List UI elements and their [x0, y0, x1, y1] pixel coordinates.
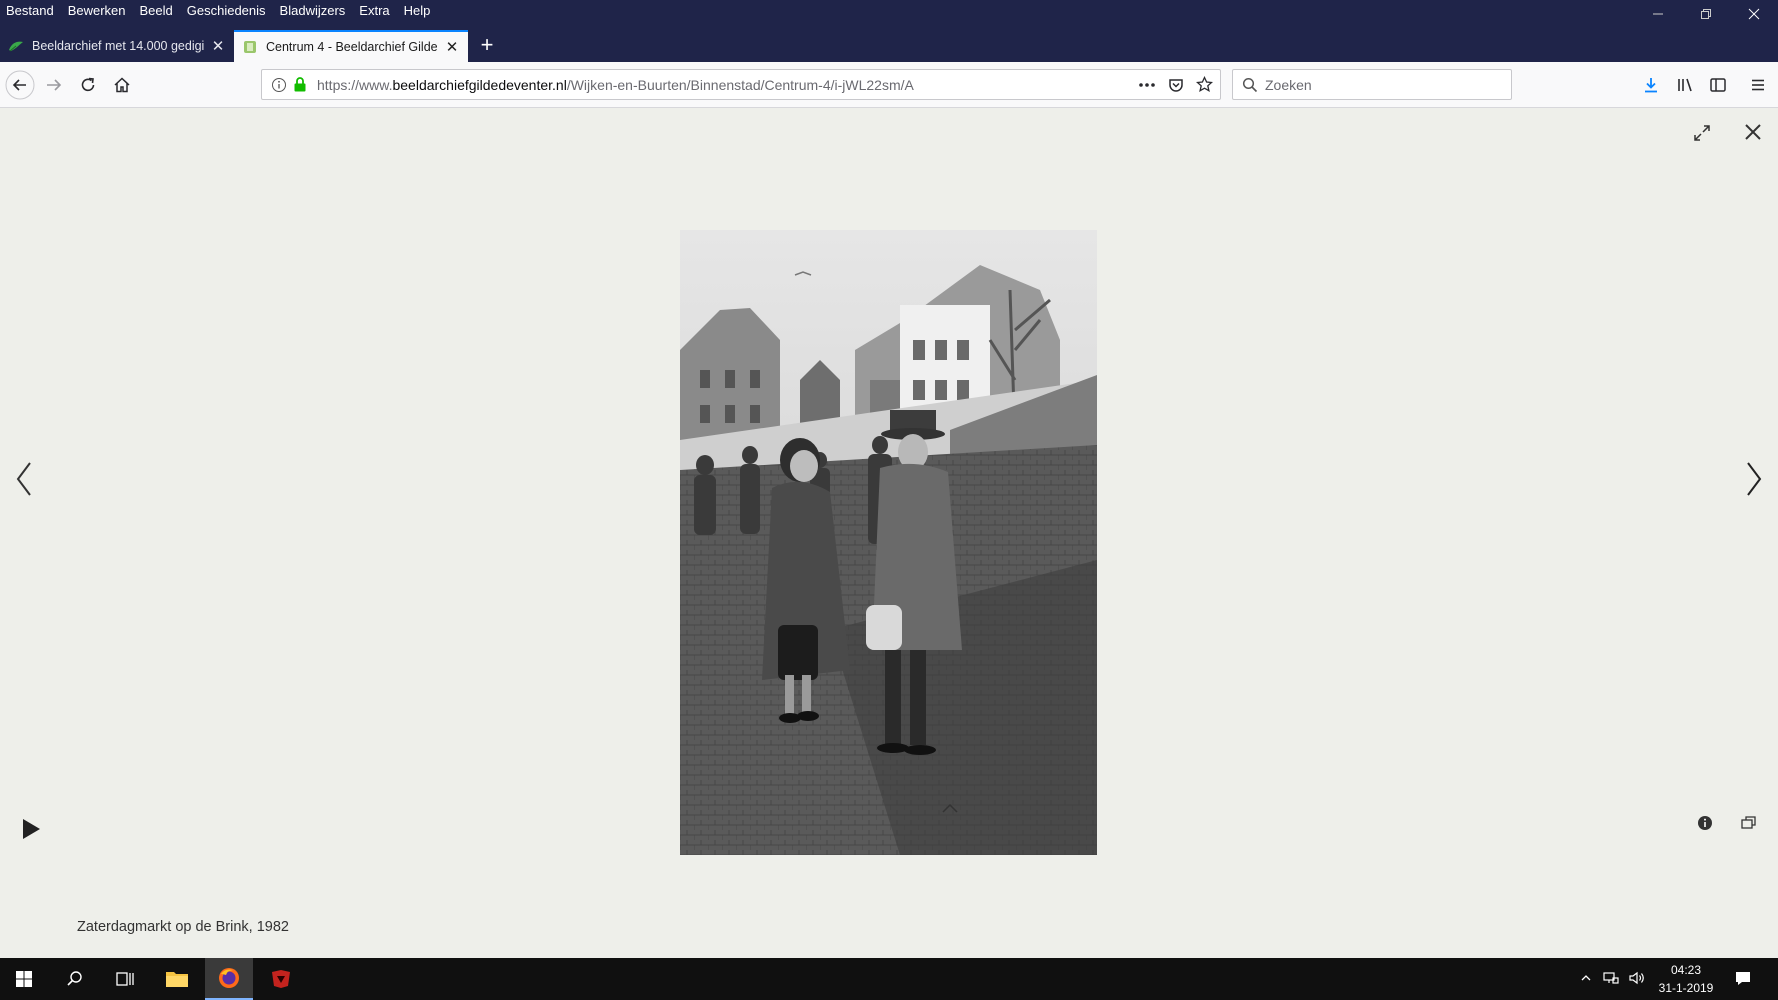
firefox-taskbar-button[interactable] — [205, 958, 253, 1000]
search-placeholder: Zoeken — [1265, 77, 1312, 93]
volume-icon[interactable] — [1628, 970, 1646, 986]
clock-time[interactable]: 04:23 — [1654, 963, 1718, 977]
info-icon[interactable] — [1697, 815, 1713, 831]
taskbar: 04:23 31-1-2019 — [0, 958, 1778, 1000]
tray-chevron-up-icon[interactable] — [1580, 972, 1592, 984]
browser-window: Bestand Bewerken Beeld Geschiedenis Blad… — [0, 0, 1778, 1000]
forward-arrow-icon — [47, 79, 62, 91]
lightbox-viewer: Zaterdagmarkt op de Brink, 1982 — [0, 109, 1778, 958]
url-text: https://www.beeldarchiefgildedeventer.nl… — [317, 77, 914, 93]
menu-bladwijzers[interactable]: Bladwijzers — [273, 0, 353, 22]
sidebar-icon — [1710, 78, 1726, 92]
folder-icon — [166, 972, 188, 987]
download-icon — [1645, 78, 1657, 93]
home-button[interactable] — [107, 70, 137, 100]
play-icon[interactable] — [20, 817, 42, 841]
url-prefix: https://www. — [317, 77, 393, 93]
back-arrow-icon — [5, 70, 35, 100]
url-bar[interactable]: https://www.beeldarchiefgildedeventer.nl… — [261, 69, 1221, 100]
back-button[interactable] — [5, 70, 35, 100]
start-button[interactable] — [0, 958, 48, 1000]
menu-geschiedenis[interactable]: Geschiedenis — [180, 0, 273, 22]
page-actions-icon[interactable] — [1138, 78, 1156, 92]
market-photo-image — [680, 230, 1097, 855]
next-arrow-icon[interactable] — [1744, 459, 1764, 499]
tab-strip: Beeldarchief met 14.000 gedigi ✕ Centrum… — [0, 22, 1778, 62]
navigation-toolbar: https://www.beeldarchiefgildedeventer.nl… — [0, 62, 1778, 108]
library-icon — [1678, 78, 1692, 92]
menu-help[interactable]: Help — [397, 0, 438, 22]
tab-close-icon[interactable]: ✕ — [210, 38, 226, 55]
search-icon — [1242, 77, 1258, 93]
menu-bar: Bestand Bewerken Beeld Geschiedenis Blad… — [0, 0, 1778, 22]
close-icon[interactable] — [1743, 122, 1763, 142]
pocket-icon[interactable] — [1168, 77, 1184, 93]
reload-button[interactable] — [73, 70, 103, 100]
tab-label: Centrum 4 - Beeldarchief Gilde — [266, 40, 438, 54]
menu-extra[interactable]: Extra — [352, 0, 396, 22]
fullscreen-icon[interactable] — [1692, 123, 1712, 143]
tab-close-icon[interactable]: ✕ — [444, 39, 460, 56]
media-app-button[interactable] — [257, 958, 305, 1000]
tab-label: Beeldarchief met 14.000 gedigi — [32, 39, 204, 53]
lock-icon[interactable] — [292, 76, 308, 93]
action-center-icon[interactable] — [1734, 969, 1752, 987]
prev-arrow-icon[interactable] — [14, 459, 34, 499]
menu-bestand[interactable]: Bestand — [0, 0, 61, 22]
close-icon — [1748, 8, 1760, 20]
search-bar[interactable]: Zoeken — [1232, 69, 1512, 100]
file-explorer-button[interactable] — [153, 958, 201, 1000]
library-button[interactable] — [1670, 70, 1700, 100]
expand-up-icon[interactable] — [940, 801, 960, 815]
taskbar-search-button[interactable] — [51, 958, 99, 1000]
task-view-icon — [116, 972, 134, 986]
leaf-favicon-icon — [9, 41, 23, 52]
tab-centrum-4[interactable]: Centrum 4 - Beeldarchief Gilde ✕ — [234, 30, 468, 62]
minimize-icon — [1653, 13, 1663, 15]
url-host: beeldarchiefgildedeventer.nl — [392, 77, 567, 93]
menu-beeld[interactable]: Beeld — [133, 0, 180, 22]
search-icon — [67, 971, 82, 986]
share-icon[interactable] — [1740, 815, 1758, 831]
home-icon — [114, 77, 130, 93]
hamburger-menu-button[interactable] — [1743, 70, 1773, 100]
gilde-favicon-icon — [244, 41, 256, 53]
market-photo — [680, 230, 1097, 855]
tab-beeldarchief[interactable]: Beeldarchief met 14.000 gedigi ✕ — [0, 30, 234, 62]
downloads-button[interactable] — [1636, 70, 1666, 100]
network-icon[interactable] — [1602, 970, 1620, 986]
media-app-icon — [272, 970, 290, 988]
info-icon[interactable] — [271, 77, 287, 93]
clock-date[interactable]: 31-1-2019 — [1654, 981, 1718, 995]
photo-caption: Zaterdagmarkt op de Brink, 1982 — [77, 919, 289, 935]
forward-button[interactable] — [39, 70, 69, 100]
sidebar-button[interactable] — [1703, 70, 1733, 100]
bookmark-star-icon[interactable] — [1196, 76, 1213, 93]
new-tab-button[interactable]: + — [474, 32, 500, 58]
hamburger-menu-icon — [1752, 79, 1764, 91]
windows-logo-icon — [16, 971, 32, 987]
menu-bewerken[interactable]: Bewerken — [61, 0, 133, 22]
restore-icon — [1701, 9, 1711, 19]
task-view-button[interactable] — [101, 958, 149, 1000]
url-path: /Wijken-en-Buurten/Binnenstad/Centrum-4/… — [566, 77, 914, 93]
reload-icon — [81, 77, 95, 92]
firefox-icon — [219, 968, 239, 988]
